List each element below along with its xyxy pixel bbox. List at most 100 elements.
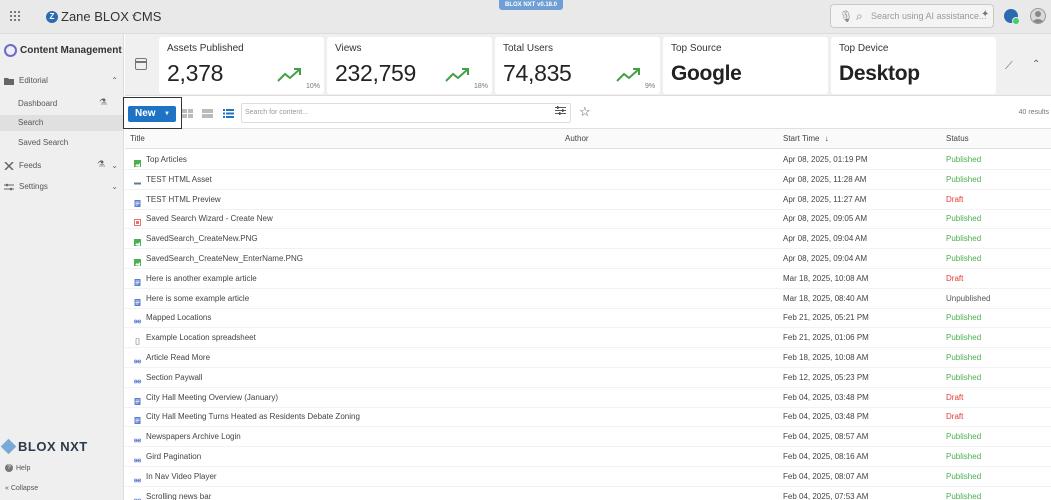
new-button-highlight: New ▼ <box>123 97 182 129</box>
table-row[interactable]: Article Read More Feb 18, 2025, 10:08 AM P… <box>125 348 1051 368</box>
content-search-input[interactable]: Search for content... <box>241 103 571 123</box>
row-status: Published <box>946 471 982 481</box>
file-icon <box>134 334 141 346</box>
chevron-up-icon[interactable]: ⌃ <box>111 76 118 85</box>
table-row[interactable]: TEST HTML Asset Apr 08, 2025, 11:28 AM Pub… <box>125 170 1051 190</box>
row-title[interactable]: Article Read More <box>146 353 210 362</box>
card-view-icon[interactable] <box>202 109 213 118</box>
row-status: Published <box>946 313 982 323</box>
row-status: Published <box>946 353 982 362</box>
grid-view-icon[interactable] <box>182 109 193 118</box>
blox-nxt-logo-text: BLOX NXT <box>18 439 88 454</box>
site-name[interactable]: Zane BLOX CMS <box>61 9 161 24</box>
profile-icon[interactable] <box>1030 8 1046 24</box>
row-title[interactable]: City Hall Meeting Overview (January) <box>146 393 278 402</box>
table-row[interactable]: City Hall Meeting Turns Heated as Reside… <box>125 407 1051 428</box>
table-row[interactable]: In Nav Video Player Feb 04, 2025, 08:07 A… <box>125 467 1051 487</box>
row-title[interactable]: TEST HTML Preview <box>146 195 221 204</box>
row-title[interactable]: SavedSearch_CreateNew.PNG <box>146 234 258 243</box>
row-title[interactable]: Top Articles <box>146 155 187 164</box>
row-title[interactable]: Example Location spreadsheet <box>146 333 256 342</box>
stat-label: Top Device <box>839 43 889 54</box>
row-title[interactable]: SavedSearch_CreateNew_EnterName.PNG <box>146 254 303 263</box>
stat-percent: 9% <box>645 83 656 90</box>
row-title[interactable]: Here is some example article <box>146 294 249 303</box>
row-start-time: Mar 18, 2025, 10:08 AM <box>783 273 869 283</box>
row-title[interactable]: Scrolling news bar <box>146 492 211 500</box>
row-title[interactable]: Newspapers Archive Login <box>146 432 241 441</box>
chevron-down-icon[interactable]: ⌄ <box>111 161 118 170</box>
table-row[interactable]: Top Articles Apr 08, 2025, 01:19 PM Publis… <box>125 150 1051 170</box>
sidebar-item-saved-search[interactable]: Saved Search <box>0 135 124 151</box>
blox-cube-icon <box>0 438 17 455</box>
table-row[interactable]: Newspapers Archive Login Feb 04, 2025, 08… <box>125 427 1051 448</box>
column-header-start-time[interactable]: Start Time ↓ <box>783 134 829 143</box>
table-row[interactable]: Section Paywall Feb 12, 2025, 05:23 PM Pub… <box>125 368 1051 388</box>
analytics-icon[interactable]: ⟋ <box>1005 60 1013 73</box>
stat-percent: 18% <box>474 83 489 90</box>
row-status: Unpublished <box>946 293 991 303</box>
new-button-label: New <box>135 108 156 119</box>
row-title[interactable]: Section Paywall <box>146 373 202 382</box>
row-start-time: Feb 04, 2025, 03:48 PM <box>783 412 869 422</box>
top-bar: Z Zane BLOX CMS ⌄ BLOX NXT v0.18.0 🎙 ⌕ S… <box>0 0 1051 34</box>
flask-icon: ⚗ <box>99 97 108 107</box>
sidebar-section-feeds[interactable]: Feeds ⚗ ⌄ <box>4 159 118 170</box>
table-row[interactable]: SavedSearch_CreateNew_EnterName.PNG Apr 0… <box>125 249 1051 269</box>
microphone-icon[interactable]: 🎙 <box>839 10 853 23</box>
sidebar-section-settings-label: Settings <box>19 182 48 191</box>
calendar-icon[interactable] <box>135 58 147 70</box>
column-header-author[interactable]: Author <box>565 134 589 143</box>
table-row[interactable]: SavedSearch_CreateNew.PNG Apr 08, 2025, 0… <box>125 229 1051 250</box>
collapse-sidebar-button[interactable]: « Collapse <box>5 485 38 492</box>
ai-search-box[interactable]: 🎙 ⌕ Search using AI assistance... ✦ <box>830 4 994 28</box>
row-status: Published <box>946 234 982 244</box>
stats-bar: Assets Published 2,378 10% Views 232,759… <box>125 34 1051 96</box>
sidebar-section-settings[interactable]: Settings ⌄ <box>4 182 118 191</box>
star-icon[interactable]: ☆ <box>579 104 591 120</box>
row-title[interactable]: Gird Pagination <box>146 452 201 461</box>
chevron-down-icon[interactable]: ⌄ <box>130 9 138 20</box>
row-title[interactable]: TEST HTML Asset <box>146 175 212 184</box>
table-row[interactable]: Scrolling news bar Feb 04, 2025, 07:53 AM… <box>125 487 1051 500</box>
table-row[interactable]: Gird Pagination Feb 04, 2025, 08:16 AM Pub… <box>125 447 1051 467</box>
globe-icon[interactable] <box>1004 9 1020 25</box>
image-icon <box>134 235 141 247</box>
stat-value: Google <box>671 62 742 85</box>
row-title[interactable]: In Nav Video Player <box>146 472 217 481</box>
table-row[interactable]: Saved Search Wizard - Create New Apr 08, … <box>125 209 1051 230</box>
table-row[interactable]: City Hall Meeting Overview (January) Feb … <box>125 388 1051 408</box>
apps-icon[interactable] <box>10 11 20 21</box>
sparkle-icon[interactable]: ✦ <box>981 9 989 20</box>
row-title[interactable]: Here is another example article <box>146 274 257 283</box>
sidebar-section-editorial[interactable]: Editorial ⌃ <box>4 76 118 85</box>
column-header-title[interactable]: Title <box>130 134 145 143</box>
link-icon <box>133 493 142 500</box>
sidebar-brand[interactable]: Content Management <box>4 44 122 57</box>
link-icon <box>133 453 142 463</box>
row-status: Published <box>946 372 982 382</box>
list-view-icon[interactable] <box>223 109 234 118</box>
row-title[interactable]: City Hall Meeting Turns Heated as Reside… <box>146 412 360 421</box>
row-start-time: Feb 04, 2025, 08:16 AM <box>783 452 869 461</box>
chevron-down-icon[interactable]: ⌄ <box>111 182 118 191</box>
column-header-status[interactable]: Status <box>946 134 969 143</box>
help-link[interactable]: ? Help <box>5 464 30 472</box>
row-title[interactable]: Mapped Locations <box>146 313 211 322</box>
stat-label: Assets Published <box>167 43 244 54</box>
new-button[interactable]: New ▼ <box>128 106 176 122</box>
double-chevron-left-icon: « <box>5 485 9 492</box>
row-title[interactable]: Saved Search Wizard - Create New <box>146 214 273 223</box>
table-row[interactable]: Here is another example article Mar 18, 2… <box>125 269 1051 289</box>
table-row[interactable]: Mapped Locations Feb 21, 2025, 05:21 PM Pu… <box>125 308 1051 329</box>
filter-sliders-icon[interactable] <box>555 106 566 115</box>
row-start-time: Feb 04, 2025, 08:07 AM <box>783 471 869 481</box>
link-icon <box>133 473 142 483</box>
table-row[interactable]: TEST HTML Preview Apr 08, 2025, 11:27 AM D… <box>125 190 1051 210</box>
row-status: Published <box>946 174 982 184</box>
ai-search-placeholder[interactable]: Search using AI assistance... <box>871 11 987 21</box>
table-row[interactable]: Example Location spreadsheet Feb 21, 2025… <box>125 328 1051 349</box>
sidebar-item-search[interactable]: Search <box>0 115 124 131</box>
table-row[interactable]: Here is some example article Mar 18, 2025… <box>125 289 1051 309</box>
chevron-up-icon[interactable]: ⌃ <box>1032 59 1040 70</box>
